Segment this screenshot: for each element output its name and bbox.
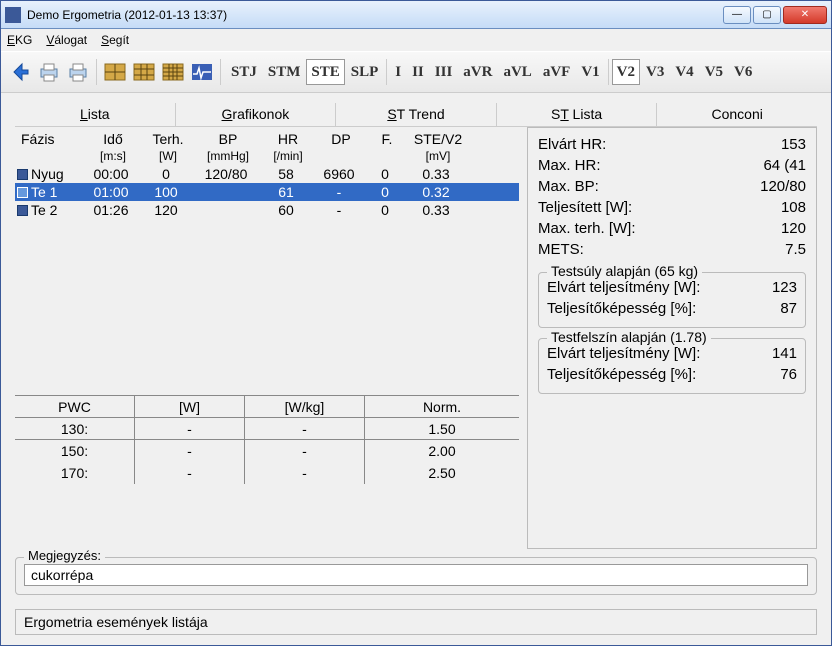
tab-conconi[interactable]: Conconi <box>657 103 817 126</box>
content-area: Lista Grafikonok ST Trend ST Lista Conco… <box>1 93 831 601</box>
wave-button[interactable] <box>189 59 215 85</box>
comment-input[interactable] <box>24 564 808 586</box>
lead-button-v6[interactable]: V6 <box>729 59 757 85</box>
maximize-button[interactable]: ▢ <box>753 6 781 24</box>
tab-sttrend[interactable]: ST Trend <box>336 103 497 126</box>
phase-table-header: Fázis Idő[m:s] Terh.[W] BP[mmHg] HR[/min… <box>15 127 519 165</box>
phase-row[interactable]: Te 101:0010061-00.32 <box>15 183 519 201</box>
stat-mets-label: METS: <box>538 241 584 258</box>
lead-button-v3[interactable]: V3 <box>641 59 669 85</box>
stat-telj-w-label: Teljesített [W]: <box>538 199 632 216</box>
phase-table: Fázis Idő[m:s] Terh.[W] BP[mmHg] HR[/min… <box>15 127 519 395</box>
lead-button-v2[interactable]: V2 <box>612 59 640 85</box>
stat-max-terh-value: 120 <box>781 220 806 237</box>
status-bar: Ergometria események listája <box>15 609 817 635</box>
lead-button-v1[interactable]: V1 <box>576 59 604 85</box>
minimize-button[interactable]: — <box>723 6 751 24</box>
stat-max-terh-label: Max. terh. [W]: <box>538 220 636 237</box>
lead-button-avf[interactable]: aVF <box>538 59 576 85</box>
row-icon <box>17 187 28 198</box>
lead-button-i[interactable]: I <box>390 59 406 85</box>
stat-max-hr-value: 64 (41 <box>763 157 806 174</box>
phase-row[interactable]: Nyug00:000120/8058696000.33 <box>15 165 519 183</box>
lead-button-ste[interactable]: STE <box>306 59 344 85</box>
stat-max-hr-label: Max. HR: <box>538 157 601 174</box>
group-testsuly: Testsúly alapján (65 kg) Elvárt teljesít… <box>538 272 806 328</box>
app-icon <box>5 7 21 23</box>
back-button[interactable] <box>7 59 33 85</box>
pwc-table: PWC [W] [W/kg] Norm. 130:--1.50150:--2.0… <box>15 395 519 484</box>
stat-max-bp-value: 120/80 <box>760 178 806 195</box>
group-testfelszin-legend: Testfelszín alapján (1.78) <box>547 329 711 345</box>
menu-ekg[interactable]: EKG <box>7 33 32 47</box>
tab-row: Lista Grafikonok ST Trend ST Lista Conco… <box>15 103 817 127</box>
print-button-1[interactable] <box>36 59 62 85</box>
pwc-row: 150:--2.00 <box>15 440 519 462</box>
comment-label: Megjegyzés: <box>24 548 105 563</box>
phase-row[interactable]: Te 201:2612060-00.33 <box>15 201 519 219</box>
group-testsuly-legend: Testsúly alapján (65 kg) <box>547 263 702 279</box>
print-button-2[interactable] <box>65 59 91 85</box>
lead-button-ii[interactable]: II <box>407 59 429 85</box>
lead-button-v5[interactable]: V5 <box>700 59 728 85</box>
stat-telj-w-value: 108 <box>781 199 806 216</box>
phase-table-body[interactable]: Nyug00:000120/8058696000.33Te 101:001006… <box>15 165 519 395</box>
stats-panel: Elvárt HR: 153 Max. HR: 64 (41 Max. BP: 120… <box>527 127 817 549</box>
grid-button-3[interactable] <box>160 59 186 85</box>
comment-fieldset: Megjegyzés: <box>15 557 817 595</box>
close-button[interactable]: ✕ <box>783 6 827 24</box>
toolbar: STJSTMSTESLPIIIIIIaVRaVLaVFV1V2V3V4V5V6 <box>1 51 831 93</box>
row-icon <box>17 169 28 180</box>
menubar: EKG Válogat Segít <box>1 29 831 51</box>
tab-stlista[interactable]: ST Lista <box>497 103 658 126</box>
menu-segit[interactable]: Segít <box>101 33 129 47</box>
stat-elvart-hr-label: Elvárt HR: <box>538 136 606 153</box>
pwc-row: 170:--2.50 <box>15 462 519 484</box>
lead-button-avr[interactable]: aVR <box>458 59 497 85</box>
lead-button-stm[interactable]: STM <box>263 59 306 85</box>
menu-valogat[interactable]: Válogat <box>46 33 87 47</box>
stat-mets-value: 7.5 <box>785 241 806 258</box>
lead-button-v4[interactable]: V4 <box>670 59 698 85</box>
row-icon <box>17 205 28 216</box>
lead-button-iii[interactable]: III <box>430 59 458 85</box>
window-title: Demo Ergometria (2012-01-13 13:37) <box>27 8 723 22</box>
app-window: Demo Ergometria (2012-01-13 13:37) — ▢ ✕… <box>0 0 832 646</box>
stat-max-bp-label: Max. BP: <box>538 178 599 195</box>
tab-lista[interactable]: Lista <box>15 103 176 126</box>
grid-button-2[interactable] <box>131 59 157 85</box>
group-testfelszin: Testfelszín alapján (1.78) Elvárt teljes… <box>538 338 806 394</box>
stat-elvart-hr-value: 153 <box>781 136 806 153</box>
lead-button-avl[interactable]: aVL <box>498 59 536 85</box>
lead-button-stj[interactable]: STJ <box>226 59 262 85</box>
window-controls: — ▢ ✕ <box>723 6 827 24</box>
pwc-row: 130:--1.50 <box>15 418 519 440</box>
tab-grafikonok[interactable]: Grafikonok <box>176 103 337 126</box>
grid-button-1[interactable] <box>102 59 128 85</box>
titlebar: Demo Ergometria (2012-01-13 13:37) — ▢ ✕ <box>1 1 831 29</box>
pwc-header: PWC [W] [W/kg] Norm. <box>15 396 519 418</box>
lead-button-slp[interactable]: SLP <box>346 59 384 85</box>
